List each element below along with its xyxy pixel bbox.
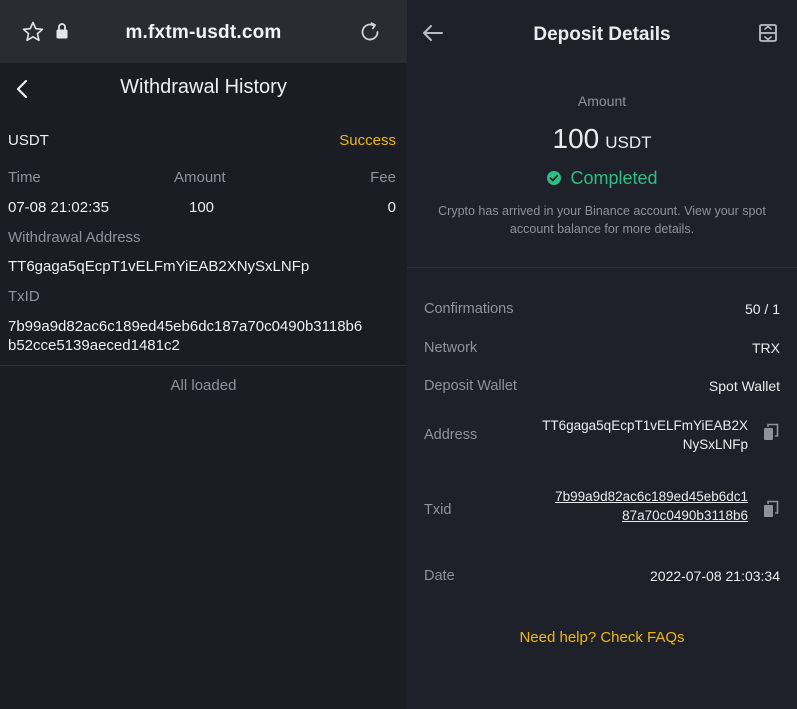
page-title: Withdrawal History (120, 76, 287, 98)
fee-value: 0 (387, 199, 396, 216)
address-label: Address (424, 427, 478, 443)
txid-value-line2: b52cce5139aeced1481c2 (8, 337, 180, 354)
info-note-line2: account balance for more details. (509, 222, 695, 236)
deposit-wallet-value: Spot Wallet (708, 378, 780, 394)
confirmations-label: Confirmations (424, 301, 514, 317)
page-title: Deposit Details (533, 24, 671, 45)
deposit-wallet-label: Deposit Wallet (424, 378, 517, 394)
txid-line2: 87a70c0490b3118b6 (622, 508, 748, 523)
copy-address-icon[interactable] (763, 423, 779, 446)
amount-header: Amount (174, 169, 226, 186)
divider (0, 365, 407, 366)
address-line2: NySxLNFp (682, 437, 748, 452)
amount-label: Amount (577, 93, 627, 109)
network-label: Network (424, 340, 478, 356)
address-value[interactable]: TT6gaga5qEcpT1vELFmYiEAB2X NySxLNFp (542, 416, 748, 454)
divider (407, 267, 797, 268)
info-note-line1: Crypto has arrived in your Binance accou… (438, 204, 766, 218)
amount-value: 100 (552, 123, 600, 154)
confirmations-value: 50 / 1 (744, 301, 780, 317)
fee-header: Fee (370, 169, 396, 186)
txid-label: Txid (424, 502, 452, 518)
date-label: Date (424, 568, 455, 584)
deposit-details-screen: Deposit Details Amount 100 USDT Completed… (407, 0, 797, 709)
status-badge: Success (339, 132, 396, 149)
withdrawal-history-screen: m.fxtm-usdt.com Withdrawal History USDT … (0, 0, 407, 709)
url-text[interactable]: m.fxtm-usdt.com (0, 22, 407, 44)
reload-icon[interactable] (357, 19, 383, 50)
txid-line1: 7b99a9d82ac6c189ed45eb6dc1 (555, 489, 748, 504)
info-note: Crypto has arrived in your Binance accou… (425, 202, 779, 238)
faq-link[interactable]: Need help? Check FAQs (407, 629, 797, 646)
network-value: TRX (752, 340, 780, 356)
amount-display: 100 USDT (407, 123, 797, 155)
address-line1: TT6gaga5qEcpT1vELFmYiEAB2X (542, 418, 748, 433)
check-circle-icon (546, 170, 562, 191)
address-label: Withdrawal Address (8, 229, 141, 246)
txid-value-line1: 7b99a9d82ac6c189ed45eb6dc187a70c0490b311… (8, 318, 363, 335)
share-icon[interactable] (757, 22, 779, 49)
status-text: Completed (570, 168, 658, 188)
browser-address-bar: m.fxtm-usdt.com (0, 0, 407, 63)
date-value: 2022-07-08 21:03:34 (650, 568, 780, 584)
amount-value: 100 (189, 199, 215, 216)
all-loaded-text: All loaded (170, 377, 237, 394)
copy-txid-icon[interactable] (763, 500, 779, 523)
txid-label: TxID (8, 288, 40, 305)
address-value: TT6gaga5qEcpT1vELFmYiEAB2XNySxLNFp (8, 258, 310, 275)
time-header: Time (8, 169, 41, 186)
amount-unit: USDT (605, 133, 652, 152)
coin-name: USDT (8, 132, 49, 149)
time-value: 07-08 21:02:35 (8, 199, 109, 216)
status-badge: Completed (407, 168, 797, 191)
withdrawal-header: Withdrawal History (0, 63, 407, 113)
txid-link[interactable]: 7b99a9d82ac6c189ed45eb6dc1 87a70c0490b31… (555, 487, 748, 525)
